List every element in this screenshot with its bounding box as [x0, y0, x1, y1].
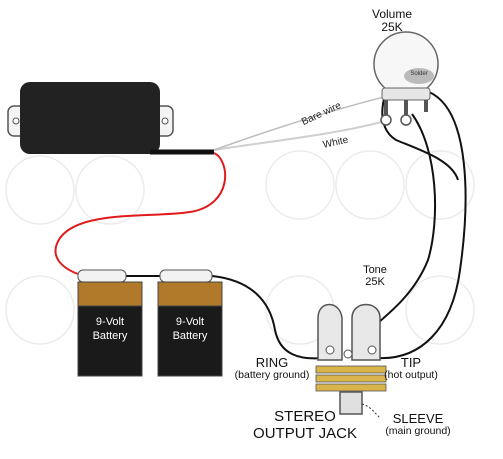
white-wire — [213, 121, 383, 151]
volume-pot — [373, 31, 439, 126]
jack-title-line2: OUTPUT JACK — [253, 424, 357, 442]
humbucker-pickup — [7, 82, 174, 154]
tone-pot-title: Tone — [363, 264, 387, 276]
jack-title-line1: STEREO — [274, 408, 336, 425]
tone-pot-label: Tone 25K — [340, 264, 410, 288]
tip-title: TIP — [400, 355, 422, 370]
background-pattern — [5, 150, 475, 345]
ring-label: RING (battery ground) — [230, 355, 314, 382]
pickup-body — [20, 82, 160, 154]
volume-pot-body — [373, 31, 439, 97]
volume-pot-value: 25K — [381, 20, 403, 35]
jack-brass-3 — [315, 383, 387, 392]
sleeve-note: (main ground) — [385, 425, 451, 438]
tip-note: (hot output) — [384, 369, 438, 382]
sleeve-title: SLEEVE — [392, 411, 444, 426]
ring-title: RING — [255, 355, 289, 370]
wiring-diagram — [5, 31, 475, 419]
tone-pot-value: 25K — [365, 276, 385, 289]
ring-note: (battery ground) — [234, 369, 310, 382]
jack-title: STEREO OUTPUT JACK — [242, 408, 368, 443]
solder-label: Solder — [410, 71, 428, 77]
tip-label: TIP (hot output) — [376, 355, 446, 382]
sleeve-label: SLEEVE (main ground) — [378, 411, 458, 438]
battery-2-label: 9-Volt Battery — [172, 316, 208, 342]
volume-pot-label: Volume 25K — [352, 7, 432, 35]
battery-1-label: 9-Volt Battery — [92, 316, 128, 342]
